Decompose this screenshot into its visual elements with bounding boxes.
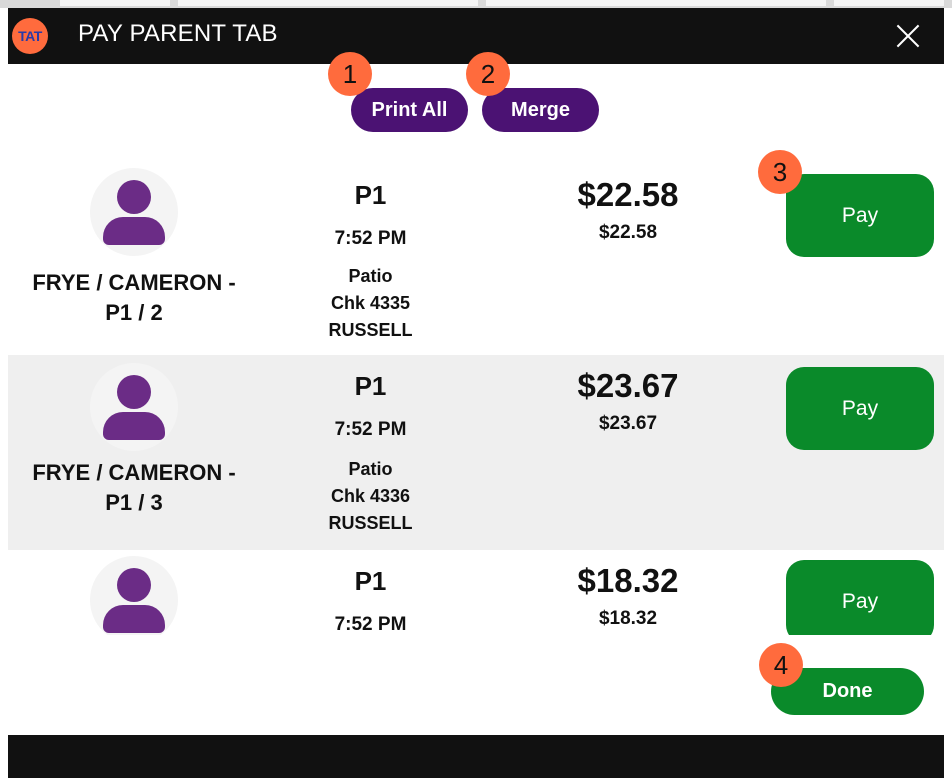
seat-label: P1 xyxy=(354,371,387,401)
check-amount: $18.32 xyxy=(577,562,679,599)
dialog-title: PAY PARENT TAB xyxy=(78,20,278,47)
callout-badge: 1 xyxy=(328,52,372,96)
check-time: 7:52 PM xyxy=(334,228,407,249)
seat-label: P1 xyxy=(354,180,387,210)
avatar-icon xyxy=(90,556,178,635)
avatar-icon xyxy=(90,363,178,451)
callout-badge: 2 xyxy=(466,52,510,96)
avatar-icon xyxy=(90,168,178,256)
check-row: P1 7:52 PM $18.32 $18.32 Pay xyxy=(8,550,944,635)
check-amount-sub: $23.67 xyxy=(598,413,658,434)
check-row: FRYE / CAMERON - P1 / 2 P1 7:52 PM Patio… xyxy=(8,160,944,355)
callout-badge: 3 xyxy=(758,150,802,194)
logo-text: TAT xyxy=(18,28,42,44)
callout-badge: 4 xyxy=(759,643,803,687)
print-all-button[interactable]: Print All xyxy=(351,88,468,132)
check-amount: $22.58 xyxy=(577,176,679,213)
pay-button[interactable]: Pay xyxy=(786,560,934,635)
check-time: 7:52 PM xyxy=(334,614,407,635)
seat-label: P1 xyxy=(354,566,387,596)
check-amount: $23.67 xyxy=(577,367,679,404)
app-logo: TAT xyxy=(12,18,48,54)
check-amount-sub: $22.58 xyxy=(598,222,658,243)
top-strip xyxy=(0,0,952,8)
check-amount-sub: $18.32 xyxy=(598,608,658,629)
check-details: Patio Chk 4336 RUSSELL xyxy=(328,459,413,533)
guest-name: FRYE / CAMERON - P1 / 3 xyxy=(32,460,236,515)
check-row: FRYE / CAMERON - P1 / 3 P1 7:52 PM Patio… xyxy=(8,355,944,550)
merge-button[interactable]: Merge xyxy=(482,88,599,132)
dialog-footer xyxy=(8,735,944,778)
check-details: Patio Chk 4335 RUSSELL xyxy=(328,266,413,340)
check-time: 7:52 PM xyxy=(334,419,407,440)
pay-button[interactable]: Pay xyxy=(786,174,934,257)
pay-button[interactable]: Pay xyxy=(786,367,934,450)
close-icon[interactable] xyxy=(892,20,924,52)
guest-name: FRYE / CAMERON - P1 / 2 xyxy=(32,270,236,325)
pay-parent-tab-dialog: TAT PAY PARENT TAB Print All Merge 1 2 3… xyxy=(0,0,952,782)
